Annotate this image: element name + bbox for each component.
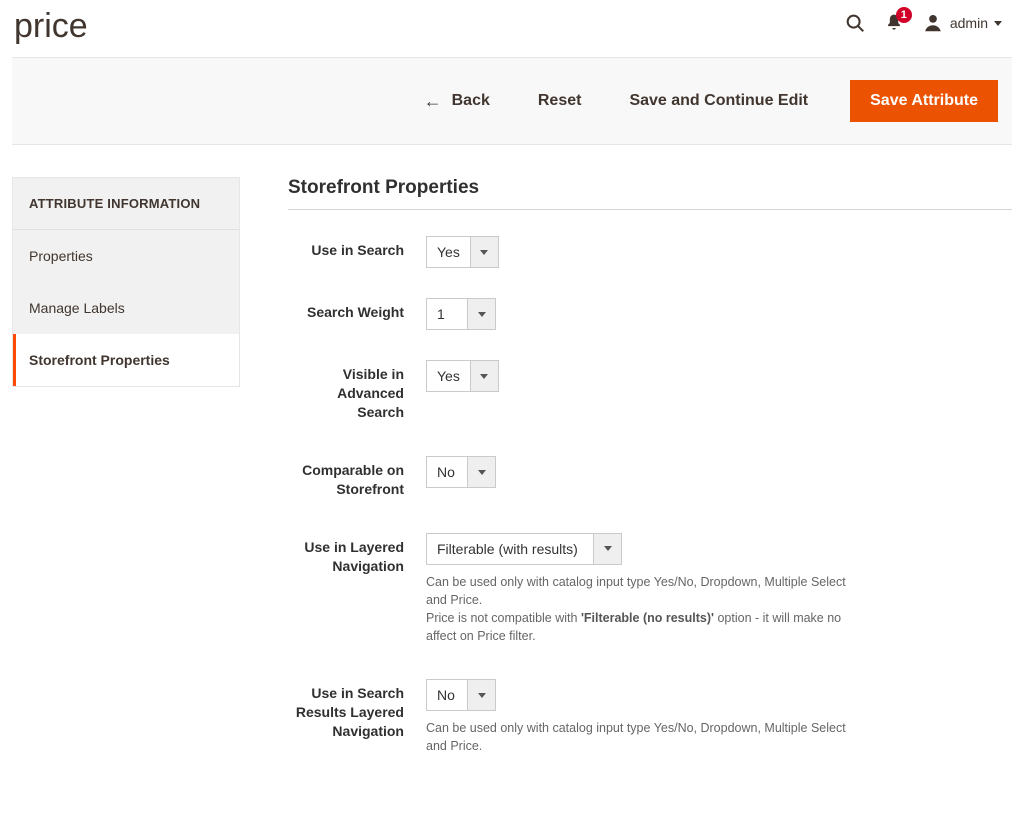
field-label: Use in Search Results Layered Navigation	[288, 679, 426, 741]
chevron-down-icon	[467, 457, 495, 487]
main-panel: Storefront Properties Use in Search Yes …	[288, 177, 1012, 789]
select-value: No	[427, 457, 467, 487]
chevron-down-icon	[467, 680, 495, 710]
sidebar-item-label: Manage Labels	[29, 300, 125, 316]
save-attribute-button-label: Save Attribute	[870, 92, 978, 109]
field-label: Search Weight	[288, 298, 426, 322]
chevron-down-icon	[470, 237, 498, 267]
sidebar: ATTRIBUTE INFORMATION Properties Manage …	[12, 177, 240, 387]
search-icon[interactable]	[844, 12, 866, 34]
select-value: Filterable (with results)	[427, 534, 593, 564]
search-results-layered-select[interactable]: No	[426, 679, 496, 711]
sidebar-item-label: Storefront Properties	[29, 352, 170, 368]
field-layered-navigation: Use in Layered Navigation Filterable (wi…	[288, 533, 1012, 646]
arrow-left-icon: ←	[424, 91, 442, 112]
field-label: Use in Search	[288, 236, 426, 260]
account-menu[interactable]: admin	[922, 12, 1002, 34]
reset-button-label: Reset	[538, 92, 582, 110]
chevron-down-icon	[470, 361, 498, 391]
sidebar-item-label: Properties	[29, 248, 93, 264]
chevron-down-icon	[994, 21, 1002, 26]
save-attribute-button[interactable]: Save Attribute	[850, 80, 998, 122]
select-value: Yes	[427, 237, 470, 267]
field-label: Visible in Advanced Search	[288, 360, 426, 422]
visible-advanced-search-select[interactable]: Yes	[426, 360, 499, 392]
sidebar-item-storefront-properties[interactable]: Storefront Properties	[13, 334, 239, 386]
back-button[interactable]: ← Back	[418, 90, 496, 113]
comparable-storefront-select[interactable]: No	[426, 456, 496, 488]
save-continue-button-label: Save and Continue Edit	[629, 92, 808, 110]
field-visible-advanced-search: Visible in Advanced Search Yes	[288, 360, 1012, 422]
field-label: Comparable on Storefront	[288, 456, 426, 499]
field-use-in-search: Use in Search Yes	[288, 236, 1012, 268]
search-weight-select[interactable]: 1	[426, 298, 496, 330]
field-comparable-storefront: Comparable on Storefront No	[288, 456, 1012, 499]
save-continue-button[interactable]: Save and Continue Edit	[623, 91, 814, 111]
notifications-icon[interactable]: 1	[884, 13, 904, 33]
notification-count-badge: 1	[896, 7, 912, 23]
reset-button[interactable]: Reset	[532, 91, 588, 111]
page-title: price	[14, 8, 88, 45]
select-value: Yes	[427, 361, 470, 391]
chevron-down-icon	[593, 534, 621, 564]
layered-navigation-select[interactable]: Filterable (with results)	[426, 533, 622, 565]
sidebar-item-manage-labels[interactable]: Manage Labels	[13, 282, 239, 334]
chevron-down-icon	[467, 299, 495, 329]
section-divider	[288, 209, 1012, 210]
field-note: Can be used only with catalog input type…	[426, 573, 856, 646]
use-in-search-select[interactable]: Yes	[426, 236, 499, 268]
back-button-label: Back	[452, 92, 490, 110]
sidebar-item-properties[interactable]: Properties	[13, 230, 239, 282]
header-actions: 1 admin	[844, 12, 1002, 34]
field-label: Use in Layered Navigation	[288, 533, 426, 576]
select-value: No	[427, 680, 467, 710]
account-username: admin	[950, 15, 988, 31]
select-value: 1	[427, 299, 467, 329]
action-toolbar: ← Back Reset Save and Continue Edit Save…	[12, 57, 1012, 145]
field-search-results-layered: Use in Search Results Layered Navigation…	[288, 679, 1012, 755]
section-title: Storefront Properties	[288, 177, 1012, 199]
field-search-weight: Search Weight 1	[288, 298, 1012, 330]
sidebar-heading: ATTRIBUTE INFORMATION	[13, 178, 239, 230]
field-note: Can be used only with catalog input type…	[426, 719, 856, 755]
